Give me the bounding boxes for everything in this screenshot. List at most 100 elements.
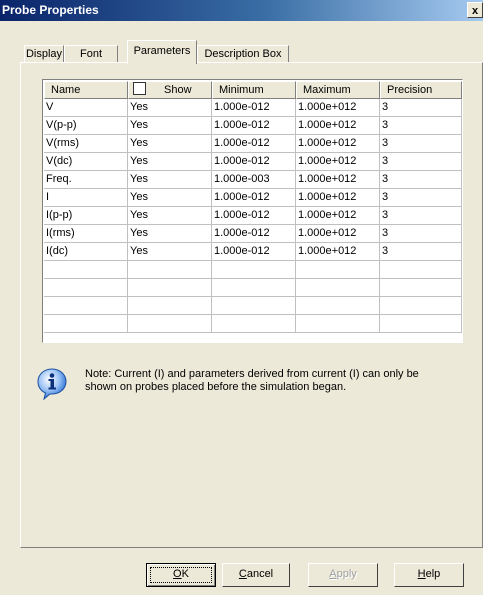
column-header-name[interactable]: Name [44,81,128,99]
cancel-button[interactable]: Cancel [222,563,290,587]
cell-precision[interactable]: 3 [380,243,462,261]
cell-maximum[interactable]: 1.000e+012 [296,153,380,171]
cell-show[interactable] [128,297,212,315]
cell-minimum[interactable] [212,279,296,297]
apply-button[interactable]: Apply [308,563,378,587]
cell-minimum[interactable]: 1.000e-003 [212,171,296,189]
cell-precision[interactable]: 3 [380,153,462,171]
table-row[interactable] [44,261,462,279]
cell-maximum[interactable] [296,315,380,333]
tab-display[interactable]: Display [24,45,64,63]
table-row[interactable] [44,315,462,333]
table-row[interactable]: I(rms) Yes 1.000e-012 1.000e+012 3 [44,225,462,243]
cell-maximum[interactable]: 1.000e+012 [296,117,380,135]
ok-button[interactable]: OK [146,563,216,587]
cell-show[interactable]: Yes [128,207,212,225]
cell-maximum[interactable]: 1.000e+012 [296,225,380,243]
cell-name[interactable]: Freq. [44,171,128,189]
cell-maximum[interactable]: 1.000e+012 [296,171,380,189]
table-row[interactable]: V(p-p) Yes 1.000e-012 1.000e+012 3 [44,117,462,135]
cell-precision[interactable]: 3 [380,117,462,135]
cell-show[interactable]: Yes [128,225,212,243]
window-title: Probe Properties [2,3,99,17]
cell-show[interactable]: Yes [128,117,212,135]
table-row[interactable] [44,297,462,315]
cell-precision[interactable] [380,315,462,333]
column-header-show[interactable]: Show [128,81,212,99]
focus-rect [150,567,212,583]
cell-name[interactable] [44,297,128,315]
cell-minimum[interactable] [212,297,296,315]
cell-name[interactable]: V [44,99,128,117]
cell-name[interactable]: V(p-p) [44,117,128,135]
cell-maximum[interactable]: 1.000e+012 [296,189,380,207]
cell-precision[interactable]: 3 [380,207,462,225]
cell-name[interactable] [44,279,128,297]
table-row[interactable]: I(dc) Yes 1.000e-012 1.000e+012 3 [44,243,462,261]
cell-maximum[interactable] [296,261,380,279]
cell-minimum[interactable]: 1.000e-012 [212,99,296,117]
cell-show[interactable] [128,315,212,333]
cell-minimum[interactable]: 1.000e-012 [212,207,296,225]
cell-show[interactable] [128,279,212,297]
tab-display-label: Display [25,48,63,60]
cell-show[interactable]: Yes [128,135,212,153]
cell-minimum[interactable]: 1.000e-012 [212,189,296,207]
table-row[interactable]: V(rms) Yes 1.000e-012 1.000e+012 3 [44,135,462,153]
cell-precision[interactable]: 3 [380,225,462,243]
cell-precision[interactable]: 3 [380,189,462,207]
close-button[interactable]: x [467,2,483,18]
cell-show[interactable]: Yes [128,243,212,261]
table-row[interactable]: Freq. Yes 1.000e-003 1.000e+012 3 [44,171,462,189]
cell-precision[interactable]: 3 [380,99,462,117]
cell-maximum[interactable]: 1.000e+012 [296,207,380,225]
cell-name[interactable]: I(rms) [44,225,128,243]
table-header: Name Show Minimum Maximum Precision [44,81,462,99]
cell-minimum[interactable]: 1.000e-012 [212,117,296,135]
cell-maximum[interactable]: 1.000e+012 [296,99,380,117]
column-header-maximum[interactable]: Maximum [296,81,380,99]
table-row[interactable]: V(dc) Yes 1.000e-012 1.000e+012 3 [44,153,462,171]
table-row[interactable]: V Yes 1.000e-012 1.000e+012 3 [44,99,462,117]
show-all-checkbox[interactable] [133,82,146,95]
table-row[interactable]: I(p-p) Yes 1.000e-012 1.000e+012 3 [44,207,462,225]
tab-font[interactable]: Font [64,45,118,63]
cell-minimum[interactable]: 1.000e-012 [212,135,296,153]
cell-name[interactable] [44,261,128,279]
cell-show[interactable]: Yes [128,153,212,171]
column-header-minimum[interactable]: Minimum [212,81,296,99]
column-header-name-label: Name [51,84,81,96]
help-button[interactable]: Help [394,563,464,587]
cell-precision[interactable] [380,297,462,315]
column-header-precision[interactable]: Precision [380,81,462,99]
cell-show[interactable] [128,261,212,279]
table-row[interactable] [44,279,462,297]
cell-maximum[interactable] [296,297,380,315]
cell-name[interactable] [44,315,128,333]
cell-precision[interactable] [380,261,462,279]
note-text: Note: Current (I) and parameters derived… [85,368,419,393]
cell-maximum[interactable]: 1.000e+012 [296,243,380,261]
cell-maximum[interactable] [296,279,380,297]
table-row[interactable]: I Yes 1.000e-012 1.000e+012 3 [44,189,462,207]
tab-parameters[interactable]: Parameters [127,40,197,64]
cell-name[interactable]: I [44,189,128,207]
cell-name[interactable]: V(rms) [44,135,128,153]
title-bar[interactable]: Probe Properties [0,0,483,21]
cell-minimum[interactable] [212,315,296,333]
cell-show[interactable]: Yes [128,171,212,189]
cell-maximum[interactable]: 1.000e+012 [296,135,380,153]
cell-name[interactable]: V(dc) [44,153,128,171]
cell-name[interactable]: I(dc) [44,243,128,261]
cell-minimum[interactable]: 1.000e-012 [212,153,296,171]
cell-name[interactable]: I(p-p) [44,207,128,225]
cell-precision[interactable]: 3 [380,135,462,153]
tab-description-box[interactable]: Description Box [197,45,289,63]
cell-show[interactable]: Yes [128,189,212,207]
cell-minimum[interactable]: 1.000e-012 [212,225,296,243]
cell-precision[interactable] [380,279,462,297]
cell-minimum[interactable]: 1.000e-012 [212,243,296,261]
cell-minimum[interactable] [212,261,296,279]
cell-precision[interactable]: 3 [380,171,462,189]
cell-show[interactable]: Yes [128,99,212,117]
